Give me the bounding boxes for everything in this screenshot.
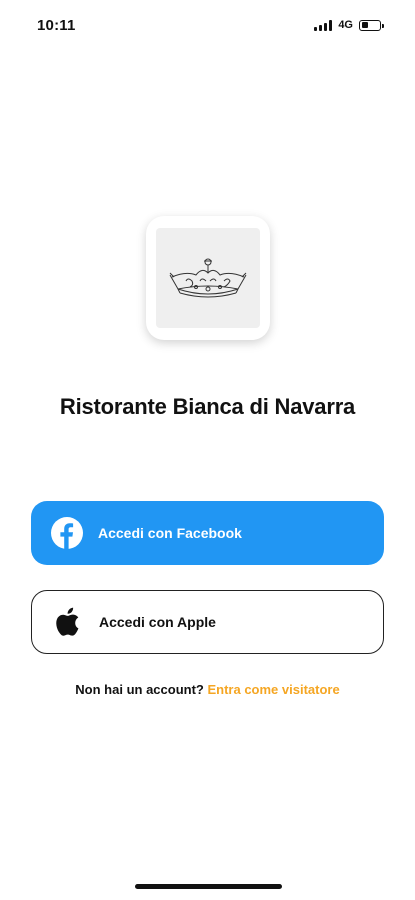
facebook-button-label: Accedi con Facebook	[98, 525, 242, 541]
status-time: 10:11	[37, 17, 76, 34]
signup-line: Non hai un account? Entra come visitator…	[0, 682, 415, 697]
signal-icon	[314, 19, 333, 31]
battery-icon	[359, 19, 384, 31]
status-indicators: 4G	[314, 19, 384, 31]
home-indicator[interactable]	[135, 884, 282, 889]
apple-login-button[interactable]: Accedi con Apple	[31, 590, 384, 654]
crown-icon	[169, 258, 247, 298]
apple-icon	[52, 606, 80, 638]
restaurant-logo	[146, 216, 270, 340]
signup-prompt: Non hai un account?	[75, 682, 204, 697]
facebook-login-button[interactable]: Accedi con Facebook	[31, 501, 384, 565]
status-bar: 10:11 4G	[0, 0, 415, 52]
guest-login-link[interactable]: Entra come visitatore	[207, 682, 339, 697]
network-label: 4G	[338, 19, 353, 31]
facebook-icon	[51, 517, 83, 549]
apple-button-label: Accedi con Apple	[99, 614, 216, 630]
restaurant-name: Ristorante Bianca di Navarra	[59, 394, 356, 419]
